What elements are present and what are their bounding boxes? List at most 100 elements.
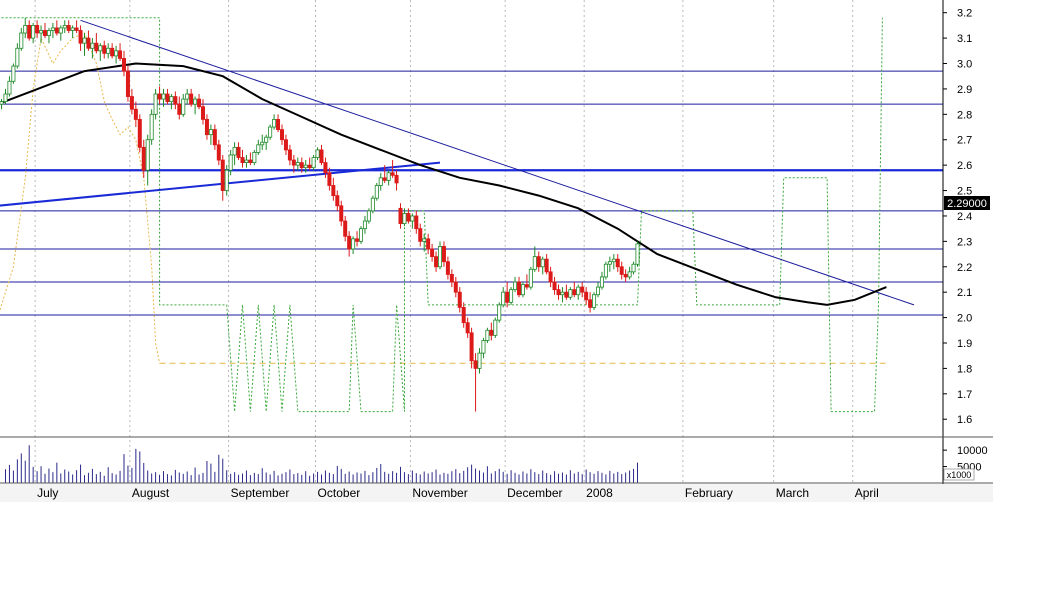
candle-body (540, 258, 545, 268)
price-tick-label: 2.1 (957, 287, 972, 299)
candle-body (544, 258, 549, 273)
candle-body (252, 152, 257, 164)
candle (268, 124, 273, 140)
candle (520, 282, 525, 298)
candle-body (335, 195, 340, 207)
candle-body (145, 139, 150, 171)
candle-body (481, 340, 486, 354)
candle-body (599, 276, 604, 288)
price-tick-label: 1.6 (957, 414, 972, 426)
candle-body (50, 27, 55, 31)
candle (592, 292, 597, 310)
candle-body (615, 258, 620, 268)
candle-body (232, 146, 237, 156)
candle-body (394, 174, 399, 184)
candle-body (35, 25, 40, 34)
candle-body (378, 177, 383, 186)
candle-body (584, 291, 589, 301)
month-label-2008: 2008 (586, 486, 613, 500)
last-price-label: 2.29000 (947, 198, 987, 210)
candle-body (524, 284, 529, 288)
volume-unit-marker: x1000 (943, 468, 975, 481)
month-label-march: March (776, 486, 809, 500)
candle-body (260, 141, 265, 146)
candle-body (295, 162, 300, 166)
month-label-july: July (37, 486, 58, 500)
candle-body (560, 291, 565, 296)
candle-body (426, 238, 431, 250)
candle-body (153, 93, 158, 115)
candle-body (268, 126, 273, 138)
price-tick-label: 3.0 (957, 59, 972, 71)
candle-body (406, 213, 411, 222)
month-label-november: November (412, 486, 467, 500)
candle-body (236, 146, 241, 158)
candle-body (185, 93, 190, 100)
candle-body (465, 322, 470, 334)
price-tick-label: 1.7 (957, 389, 972, 401)
candle-body (390, 172, 395, 176)
candle-body (86, 37, 91, 49)
month-label-october: October (318, 486, 361, 500)
candle (528, 266, 533, 290)
candle-body (78, 30, 83, 44)
candle-body (3, 93, 8, 103)
candle (485, 327, 490, 343)
price-tick-label: 2.3 (957, 236, 972, 248)
candle-body (588, 299, 593, 308)
month-label-april: April (855, 486, 879, 500)
candle-body (98, 45, 103, 52)
candle-body (122, 58, 127, 72)
candle-body (445, 261, 450, 275)
candle-body (611, 258, 616, 263)
candle-body (256, 144, 261, 153)
candle-body (402, 213, 407, 224)
candle-body (343, 220, 348, 237)
candle-body (279, 129, 284, 141)
candle-body (244, 159, 249, 164)
candle-body (323, 162, 328, 174)
candle-body (102, 45, 107, 54)
candle-body (366, 210, 371, 222)
candle (509, 287, 514, 305)
chart-background (0, 0, 1050, 600)
candle-body (23, 25, 28, 34)
candle-body (43, 30, 48, 36)
price-tick-label: 1.8 (957, 363, 972, 375)
candle (635, 241, 640, 267)
candle-body (193, 98, 198, 105)
candle-body (157, 93, 162, 100)
candle-body (264, 136, 269, 143)
price-tick-label: 1.9 (957, 338, 972, 350)
candle-body (362, 220, 367, 230)
candle-body (94, 42, 99, 52)
price-tick-label: 3.1 (957, 33, 972, 45)
month-label-august: August (132, 486, 170, 500)
candle-body (0, 101, 4, 105)
candle-body (27, 25, 32, 39)
candle-body (220, 159, 225, 191)
price-tick-label: 2.0 (957, 313, 972, 325)
candle-body (331, 185, 336, 197)
volume-tick-label: 10000 (957, 445, 988, 457)
candle-body (528, 268, 533, 288)
candle-body (327, 172, 332, 186)
price-tick-label: 2.7 (957, 135, 972, 147)
candle-body (441, 246, 446, 263)
candle-body (347, 235, 352, 250)
candle-body (133, 108, 138, 120)
candle-body (224, 169, 229, 191)
candle-body (125, 70, 130, 97)
candle (358, 226, 363, 244)
candle-body (485, 329, 490, 341)
candle-body (110, 47, 115, 57)
price-tick-label: 3.2 (957, 8, 972, 20)
candle-body (114, 50, 119, 57)
candle-body (509, 289, 514, 303)
candle-body (351, 238, 356, 250)
candle (374, 182, 379, 201)
candle-body (70, 27, 75, 31)
candle-body (287, 149, 292, 161)
candle-body (623, 273, 628, 278)
candle-body (272, 119, 277, 128)
